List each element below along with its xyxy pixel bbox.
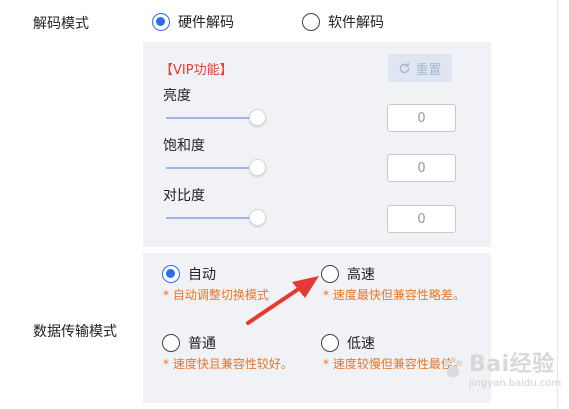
radio-label: 普通: [188, 336, 216, 352]
radio-unchecked-icon: [321, 265, 339, 283]
radio-unchecked-icon: [302, 13, 320, 31]
radio-hardware-decode[interactable]: 硬件解码: [152, 12, 234, 32]
saturation-label: 饱和度: [163, 138, 205, 154]
radio-checked-icon: [162, 265, 180, 283]
saturation-slider-handle[interactable]: [249, 159, 266, 176]
contrast-label: 对比度: [163, 188, 205, 204]
baidu-jingyan-watermark: Bai经验 jingyan.baidu.com: [440, 346, 561, 389]
brightness-slider-track[interactable]: [166, 117, 258, 119]
decode-mode-label: 解码模式: [33, 16, 89, 32]
radio-transfer-low-speed[interactable]: 低速: [321, 333, 375, 353]
radio-label: 低速: [347, 336, 375, 352]
radio-label: 软件解码: [328, 15, 384, 31]
watermark-url: jingyan.baidu.com: [469, 378, 562, 389]
watermark-text: Bai经验: [469, 352, 555, 377]
radio-transfer-normal[interactable]: 普通: [162, 333, 216, 353]
radio-transfer-high-speed[interactable]: 高速: [321, 264, 375, 284]
normal-mode-hint: * 速度快且兼容性较好。: [163, 357, 293, 371]
contrast-slider-track[interactable]: [166, 217, 258, 219]
radio-unchecked-icon: [321, 334, 339, 352]
paw-logo-icon: [444, 356, 462, 377]
high-speed-hint: * 速度最快但兼容性略差。: [323, 288, 465, 302]
radio-label: 硬件解码: [178, 15, 234, 31]
radio-label: 高速: [347, 267, 375, 283]
saturation-slider-track[interactable]: [166, 167, 258, 169]
brightness-value-input[interactable]: 0: [387, 104, 456, 132]
vip-feature-title: 【VIP功能】: [160, 63, 233, 78]
radio-checked-icon: [152, 13, 170, 31]
radio-unchecked-icon: [162, 334, 180, 352]
brightness-slider-handle[interactable]: [249, 109, 266, 126]
transfer-mode-label: 数据传输模式: [33, 324, 117, 340]
radio-transfer-auto[interactable]: 自动: [162, 264, 216, 284]
reset-button[interactable]: 重置: [388, 54, 452, 82]
contrast-slider-handle[interactable]: [249, 209, 266, 226]
refresh-icon: [400, 61, 410, 73]
reset-label: 重置: [415, 62, 442, 78]
brightness-label: 亮度: [163, 88, 191, 104]
radio-software-decode[interactable]: 软件解码: [302, 12, 384, 32]
radio-label: 自动: [188, 267, 216, 283]
saturation-value-input[interactable]: 0: [387, 154, 456, 182]
auto-mode-hint: * 自动调整切换模式: [163, 288, 269, 302]
contrast-value-input[interactable]: 0: [387, 205, 456, 233]
